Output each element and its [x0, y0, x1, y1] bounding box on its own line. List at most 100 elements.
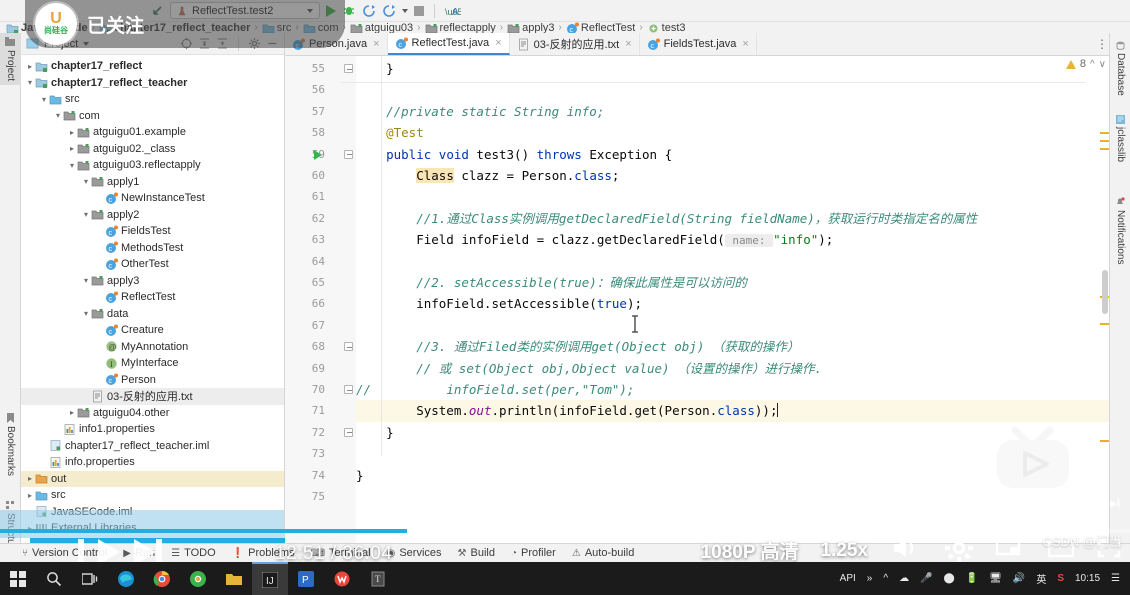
explorer-icon[interactable]: [216, 562, 252, 595]
breadcrumb-item-reflectapply[interactable]: reflectapply: [425, 22, 496, 34]
coverage-icon[interactable]: [362, 4, 376, 18]
status-bar-item-todo[interactable]: ☰ TODO: [171, 547, 216, 559]
code-line[interactable]: [356, 315, 1109, 336]
powerpoint-icon[interactable]: P: [288, 562, 324, 595]
tree-node[interactable]: c Creature: [21, 322, 284, 339]
breadcrumb-item-test3[interactable]: test3: [647, 22, 686, 34]
fold-toggle-icon[interactable]: [344, 385, 353, 394]
cloud-icon[interactable]: ☁: [899, 573, 909, 584]
tree-node[interactable]: chapter17_reflect_teacher.iml: [21, 438, 284, 455]
tree-node[interactable]: 03-反射的应用.txt: [21, 388, 284, 405]
task-view-icon[interactable]: [72, 562, 108, 595]
code-line[interactable]: infoField.setAccessible(true);: [356, 293, 1109, 314]
inspection-status[interactable]: 8 ^ ∨: [1065, 58, 1106, 70]
fold-toggle-icon[interactable]: [344, 427, 353, 437]
status-bar-item-build[interactable]: ⚒ Build: [458, 547, 495, 559]
breadcrumb-item-reflecttest[interactable]: c ReflectTest: [566, 22, 635, 34]
tree-node[interactable]: JavaSECode.iml: [21, 504, 284, 521]
status-bar-item-profiler[interactable]: ◔ Profiler: [511, 547, 556, 559]
overflow-chevron-icon[interactable]: »: [867, 573, 873, 584]
chevron-right-icon[interactable]: ▸: [67, 408, 77, 417]
fold-toggle-icon[interactable]: [344, 64, 353, 73]
tree-node[interactable]: c FieldsTest: [21, 223, 284, 240]
chevron-down-icon[interactable]: ▾: [81, 276, 91, 285]
battery-icon[interactable]: 🔋: [966, 573, 978, 584]
chrome-icon[interactable]: [144, 562, 180, 595]
sidebar-item-project[interactable]: Project: [0, 33, 21, 86]
more-options-icon[interactable]: ⋮: [1095, 33, 1109, 55]
taskbar-clock[interactable]: 10:15: [1075, 573, 1100, 584]
status-bar-item-services[interactable]: ◉ Services: [387, 547, 442, 559]
notification-center-icon[interactable]: ☰: [1111, 573, 1120, 584]
project-tree[interactable]: ▸ chapter17_reflect ▾ chapter17_reflect_tea…: [0, 55, 285, 544]
tree-node[interactable]: c MethodsTest: [21, 240, 284, 257]
code-line[interactable]: Field infoField = clazz.getDeclaredField…: [356, 229, 1109, 250]
tree-node[interactable]: c ReflectTest: [21, 289, 284, 306]
editor-tab-fieldstest-java[interactable]: c FieldsTest.java ×: [640, 33, 757, 55]
tree-node[interactable]: ▾ chapter17_reflect_teacher: [21, 75, 284, 92]
tree-node[interactable]: c NewInstanceTest: [21, 190, 284, 207]
sidebar-item-jclasslib[interactable]: jclasslib: [1110, 111, 1130, 166]
network-icon[interactable]: 🖥: [989, 573, 1002, 584]
ime-label[interactable]: 英: [1036, 571, 1046, 586]
more-run-chevron-icon[interactable]: [402, 8, 408, 13]
chevron-down-icon[interactable]: ▾: [67, 161, 77, 170]
video-quality-label[interactable]: 1080P 高清: [701, 537, 799, 564]
editor-tab-03-txt[interactable]: 03-反射的应用.txt ×: [510, 33, 640, 55]
status-bar-item-auto-build[interactable]: ⚠ Auto-build: [572, 547, 635, 559]
start-icon[interactable]: [0, 562, 36, 595]
chevron-right-icon[interactable]: ▸: [25, 474, 35, 483]
close-icon[interactable]: ×: [495, 37, 501, 49]
editor-tab-reflecttest-java[interactable]: c ReflectTest.java ×: [387, 33, 510, 55]
wps-icon[interactable]: [324, 562, 360, 595]
tree-node[interactable]: ▸ atguigu02._class: [21, 141, 284, 158]
code-line[interactable]: @Test: [356, 122, 1109, 143]
tree-node[interactable]: ▸ out: [21, 470, 284, 487]
mic-icon[interactable]: 🎤: [920, 573, 932, 584]
fold-toggle-icon[interactable]: [344, 342, 353, 352]
chevron-down-icon[interactable]: ▾: [81, 177, 91, 186]
chevron-right-icon[interactable]: ▸: [67, 128, 77, 137]
code-line[interactable]: //1.通过Class实例调用getDeclaredField(String f…: [356, 208, 1109, 229]
tree-node[interactable]: @ MyAnnotation: [21, 339, 284, 356]
sidebar-item-database[interactable]: Database: [1110, 37, 1130, 100]
tree-node[interactable]: ▾ data: [21, 306, 284, 323]
volume-icon[interactable]: 🔊: [1013, 573, 1025, 584]
stop-icon[interactable]: [414, 5, 424, 16]
pip-icon[interactable]: [995, 535, 1026, 565]
code-line[interactable]: Class clazz = Person.class;: [356, 165, 1109, 186]
chevron-down-icon[interactable]: ▾: [25, 78, 35, 87]
code-line[interactable]: public void test3() throws Exception {: [356, 144, 1109, 165]
chevron-down-icon[interactable]: ▾: [53, 111, 63, 120]
close-icon[interactable]: ×: [625, 38, 631, 50]
code-line[interactable]: System.out.println(infoField.get(Person.…: [356, 400, 1109, 422]
sidebar-item-notifications[interactable]: Notifications: [1110, 193, 1130, 268]
chevron-right-icon[interactable]: ▸: [25, 62, 35, 71]
tree-node[interactable]: ▾ apply2: [21, 207, 284, 224]
code-line[interactable]: //3. 通过Filed类的实例调用get(Object obj) （获取的操作…: [356, 336, 1109, 357]
tree-node[interactable]: c OtherTest: [21, 256, 284, 273]
video-speed-label[interactable]: 1.25x: [820, 540, 868, 562]
code-line[interactable]: }: [356, 58, 1109, 79]
chevron-right-icon[interactable]: ▸: [67, 144, 77, 153]
chevron-up-icon[interactable]: ^: [883, 573, 888, 584]
intellij-icon[interactable]: IJ: [252, 562, 288, 595]
chevron-down-icon[interactable]: ▾: [39, 95, 49, 104]
chrome-canary-icon[interactable]: [180, 562, 216, 595]
sogou-icon[interactable]: S: [1057, 573, 1064, 584]
chevron-up-icon[interactable]: ^: [1090, 59, 1095, 70]
tree-node[interactable]: ▾ apply1: [21, 174, 284, 191]
close-icon[interactable]: ×: [373, 38, 379, 50]
code-line[interactable]: [356, 186, 1109, 207]
tree-node[interactable]: c Person: [21, 372, 284, 389]
editor-vertical-scrollbar[interactable]: [1102, 270, 1108, 314]
tree-node[interactable]: ▸ atguigu01.example: [21, 124, 284, 141]
code-line[interactable]: [356, 251, 1109, 272]
chevron-down-icon[interactable]: ▾: [81, 210, 91, 219]
typora-icon[interactable]: T: [360, 562, 396, 595]
tree-node[interactable]: info1.properties: [21, 421, 284, 438]
tree-node[interactable]: ▾ src: [21, 91, 284, 108]
sidebar-item-bookmarks[interactable]: Bookmarks: [0, 409, 21, 480]
code-line[interactable]: // 或 set(Object obj,Object value) （设置的操作…: [356, 358, 1109, 379]
translate-icon[interactable]: \u6587A: [445, 4, 473, 18]
